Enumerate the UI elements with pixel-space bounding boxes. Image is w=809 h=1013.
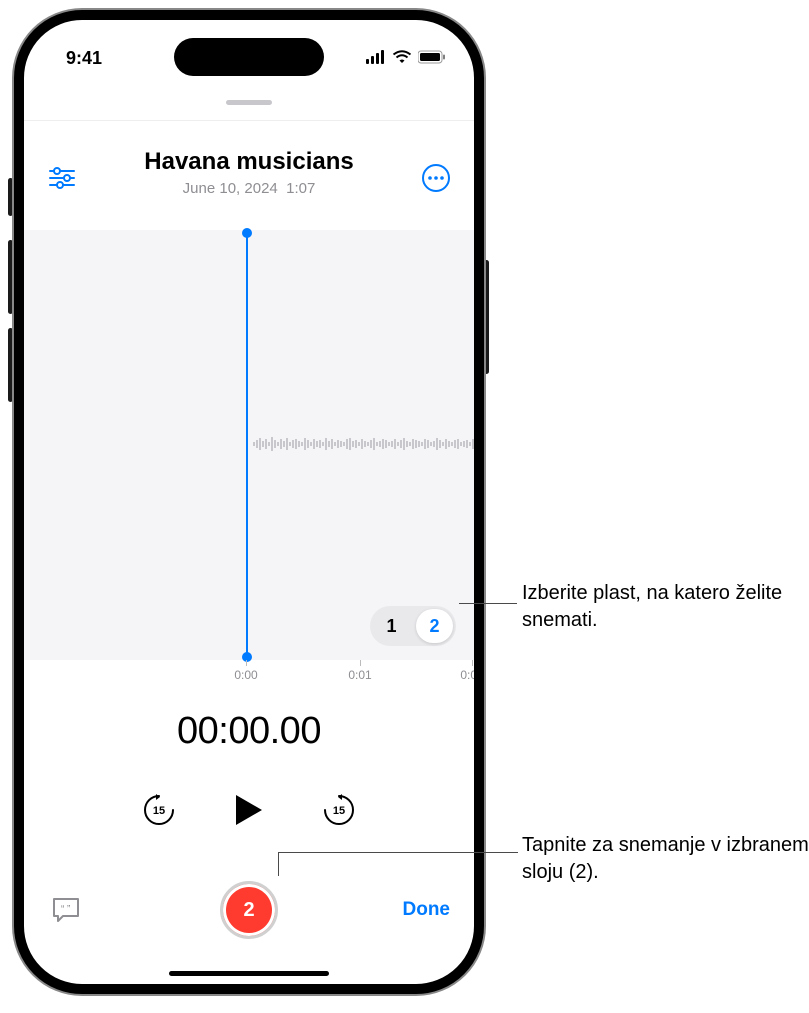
- skip-back-15-button[interactable]: 15: [139, 790, 179, 830]
- recording-subtitle: June 10, 2024 1:07: [24, 180, 474, 197]
- time-ruler: 0:00 0:01 0:02: [24, 660, 474, 684]
- done-button[interactable]: Done: [403, 899, 451, 921]
- waveform-area[interactable]: 1 2: [24, 230, 474, 660]
- svg-text:”: ”: [67, 904, 70, 915]
- play-button[interactable]: [227, 788, 271, 832]
- record-button[interactable]: 2: [220, 881, 278, 939]
- callout-leader-line: [459, 603, 517, 604]
- playhead-top-dot: [242, 228, 252, 238]
- status-time: 9:41: [52, 48, 102, 69]
- layer-option-2[interactable]: 2: [416, 609, 453, 643]
- status-bar: 9:41: [24, 38, 474, 78]
- layer-option-1[interactable]: 1: [370, 616, 413, 637]
- power-button-physical: [484, 260, 489, 374]
- bottom-toolbar: “ ” 2 Done: [24, 878, 474, 942]
- battery-icon: [418, 48, 446, 69]
- callout-layer-select: Izberite plast, na katero želite snemati…: [522, 580, 809, 634]
- playhead[interactable]: [246, 232, 248, 658]
- svg-text:“: “: [61, 904, 64, 915]
- recording-date: June 10, 2024: [183, 180, 278, 197]
- transcript-button[interactable]: “ ”: [48, 892, 84, 928]
- phone-frame: 9:41 Havana musicians June 10, 20: [14, 10, 484, 994]
- more-options-button[interactable]: [418, 160, 454, 196]
- ruler-tick: [472, 660, 473, 666]
- status-indicators: [366, 48, 446, 69]
- recording-duration: 1:07: [286, 180, 315, 197]
- ruler-label: 0:02: [460, 668, 483, 682]
- record-layer-badge: 2: [243, 899, 254, 922]
- skip-forward-15-button[interactable]: 15: [319, 790, 359, 830]
- volume-down-physical: [8, 240, 13, 314]
- transport-controls: 15 15: [24, 788, 474, 832]
- volume-up-physical: [8, 178, 13, 216]
- playback-timer: 00:00.00: [24, 710, 474, 753]
- silent-switch-physical: [8, 328, 13, 402]
- recording-title[interactable]: Havana musicians: [24, 148, 474, 176]
- recording-header: Havana musicians June 10, 2024 1:07: [24, 148, 474, 197]
- ruler-label: 0:00: [234, 668, 257, 682]
- ruler-tick: [246, 660, 247, 666]
- svg-text:15: 15: [153, 805, 165, 817]
- cellular-icon: [366, 48, 386, 69]
- callout-record: Tapnite za snemanje v izbranem sloju (2)…: [522, 832, 809, 886]
- sheet-grabber[interactable]: [226, 100, 272, 105]
- ruler-label: 0:01: [348, 668, 371, 682]
- divider: [24, 120, 474, 121]
- home-indicator[interactable]: [169, 971, 329, 976]
- layer1-waveform: [252, 430, 474, 458]
- callout-leader-line: [278, 852, 518, 853]
- wifi-icon: [392, 48, 412, 69]
- svg-text:15: 15: [333, 805, 345, 817]
- layer-selector[interactable]: 1 2: [370, 606, 456, 646]
- ruler-tick: [360, 660, 361, 666]
- callout-leader-line: [278, 852, 279, 876]
